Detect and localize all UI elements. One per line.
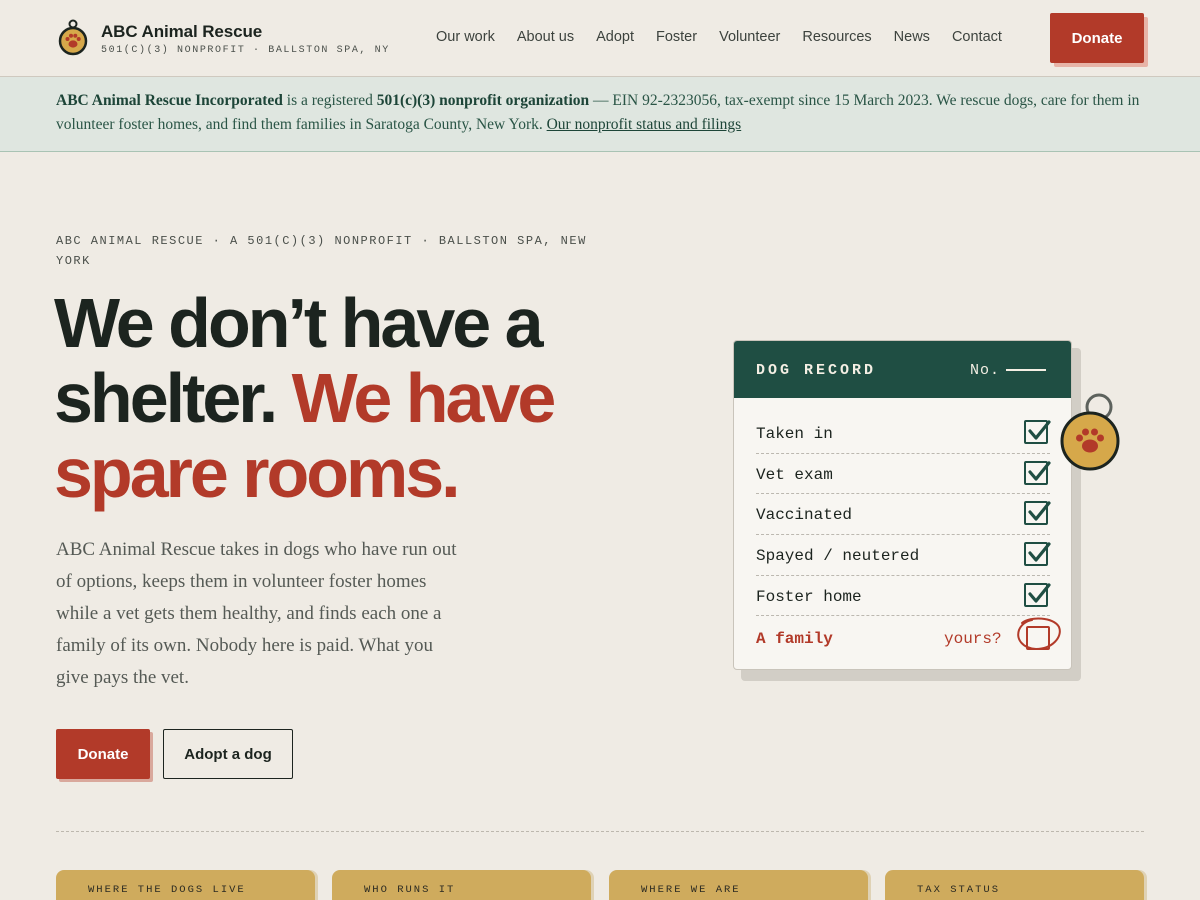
record-title: DOG RECORD: [756, 362, 877, 379]
notice-text-1: is a registered: [282, 92, 377, 109]
info-card-label: WHERE THE DOGS LIVE: [88, 884, 246, 896]
family-hint: yours?: [944, 630, 1002, 649]
hero-lede: ABC Animal Rescue takes in dogs who have…: [56, 539, 457, 688]
checkmark-icon: [1028, 501, 1051, 521]
header-donate-button[interactable]: Donate: [1050, 13, 1144, 63]
checklist-label: Taken in: [756, 425, 833, 443]
info-card-label: TAX STATUS: [917, 884, 1001, 896]
section-divider: [56, 831, 1144, 832]
checklist-label: Vaccinated: [756, 506, 853, 525]
checkmark-icon: [1028, 420, 1051, 440]
brand-subtitle: 501(C)(3) NONPROFIT · BALLSTON SPA, NY: [101, 44, 390, 56]
nav-resources[interactable]: Resources: [802, 28, 871, 46]
record-number: No.: [970, 362, 1047, 379]
hand-drawn-circle-icon: [1017, 617, 1061, 651]
family-label: A family: [756, 630, 833, 649]
info-card-label: WHERE WE ARE: [641, 884, 741, 896]
checkmark-icon: [1028, 461, 1051, 481]
brand-home-link[interactable]: ABC Animal Rescue 501(C)(3) NONPROFIT · …: [58, 19, 390, 58]
nonprofit-status-link[interactable]: Our nonprofit status and filings: [547, 116, 742, 133]
nav-our-work[interactable]: Our work: [436, 28, 495, 46]
checklist-label: Spayed / neutered: [756, 547, 920, 566]
paw-tag-logo-icon: [58, 19, 88, 56]
notice-status: 501(c)(3) nonprofit organization: [376, 92, 590, 109]
checklist-row: Vaccinated: [756, 494, 1051, 536]
site-header: ABC Animal Rescue 501(C)(3) NONPROFIT · …: [0, 0, 1200, 77]
checkmark-icon: [1028, 542, 1051, 562]
checklist-row: Foster home: [756, 576, 1051, 617]
checklist-row-family: A family yours?: [756, 616, 1050, 660]
brand-name: ABC Animal Rescue: [101, 21, 263, 41]
nav-volunteer[interactable]: Volunteer: [719, 28, 780, 46]
checkbox-checked: [1024, 582, 1051, 607]
nav-about-us[interactable]: About us: [517, 28, 574, 46]
checkmark-icon: [1028, 583, 1051, 603]
adopt-a-dog-button[interactable]: Adopt a dog: [163, 729, 293, 779]
hero-headline: We don’t have a shelter. We have spare r…: [54, 286, 654, 511]
hero-eyebrow: ABC ANIMAL RESCUE · A 501(C)(3) NONPROFI…: [56, 234, 587, 268]
record-checklist: Taken in Vet exam Vaccinated Spayed / ne…: [756, 413, 1051, 660]
nav-contact[interactable]: Contact: [952, 28, 1002, 46]
main-nav: Our work About us Adopt Foster Volunteer…: [436, 28, 1024, 46]
checkbox-checked: [1024, 460, 1051, 485]
nav-foster[interactable]: Foster: [656, 28, 697, 46]
checklist-row: Taken in: [756, 413, 1051, 454]
nonprofit-notice: ABC Animal Rescue Incorporated is a regi…: [0, 77, 1200, 152]
checkbox-checked: [1024, 501, 1051, 526]
info-card-tax-status[interactable]: TAX STATUS: [885, 870, 1144, 900]
nav-news[interactable]: News: [894, 28, 930, 46]
checkbox-checked: [1024, 542, 1051, 567]
info-card-label: WHO RUNS IT: [364, 884, 456, 896]
notice-org-name: ABC Animal Rescue Incorporated: [56, 92, 283, 109]
checklist-label: Vet exam: [756, 465, 833, 484]
record-number-blank: [1006, 369, 1047, 371]
paw-tag-icon: [1060, 393, 1120, 471]
checklist-row: Vet exam: [756, 454, 1051, 495]
record-card-header: DOG RECORD No.: [734, 341, 1071, 398]
checklist-row: Spayed / neutered: [756, 535, 1051, 576]
record-number-label: No.: [970, 362, 1001, 379]
info-card-where-dogs-live[interactable]: WHERE THE DOGS LIVE: [56, 870, 315, 900]
info-card-who-runs-it[interactable]: WHO RUNS IT: [332, 870, 591, 900]
info-card-where-we-are[interactable]: WHERE WE ARE: [609, 870, 868, 900]
checklist-label: Foster home: [756, 587, 862, 606]
checkbox-checked: [1024, 420, 1051, 444]
hero-donate-button[interactable]: Donate: [56, 729, 150, 779]
nav-adopt[interactable]: Adopt: [596, 28, 634, 46]
